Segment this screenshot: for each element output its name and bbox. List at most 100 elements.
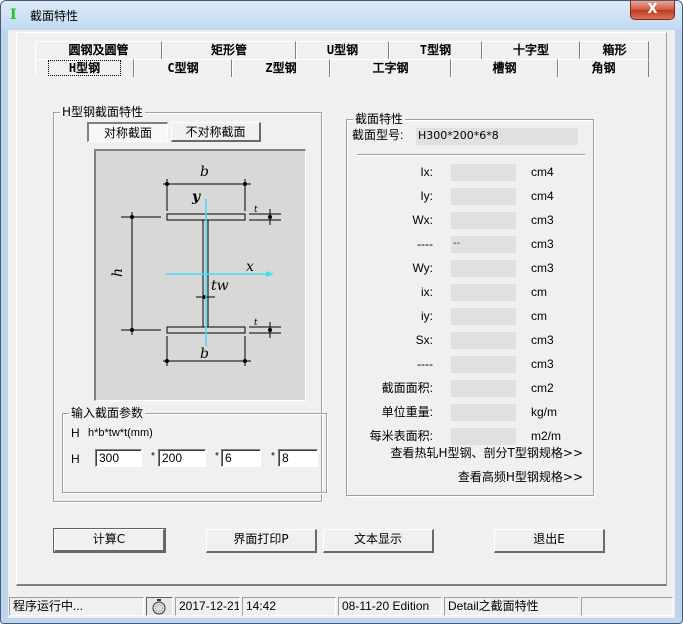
tab-h-steel[interactable]: H型钢 [35, 59, 134, 77]
t-flange-input[interactable]: 8 [278, 449, 318, 467]
prop-value [451, 260, 516, 277]
separator: * [215, 451, 219, 462]
prop-label: Wx: [412, 213, 433, 227]
text-display-button[interactable]: 文本显示 [323, 529, 434, 553]
tab-z-steel[interactable]: Z型钢 [232, 59, 330, 77]
h-section-diagram: b y x tw b h t t [94, 149, 306, 401]
tab-rect-tube[interactable]: 矩形管 [162, 41, 296, 59]
tab-label: T型钢 [419, 43, 452, 57]
symmetric-section-button[interactable]: 对称截面 [87, 122, 168, 142]
h-row-label: H [71, 452, 80, 466]
status-extra [581, 597, 673, 616]
label-t-bottom: t [254, 318, 258, 328]
prop-value [451, 308, 516, 325]
window-title: 截面特性 [30, 9, 79, 23]
prop-value [451, 164, 516, 181]
prop-label: Sx: [415, 333, 433, 347]
prop-label: 单位重量: [381, 405, 433, 419]
tab-label: C型钢 [167, 61, 199, 75]
prop-label: Wy: [412, 261, 433, 275]
prop-unit: kg/m [531, 405, 558, 419]
prop-unit: cm4 [531, 189, 554, 203]
tab-label: 矩形管 [210, 43, 247, 57]
tab-label: U型钢 [326, 43, 359, 57]
prop-value [451, 428, 516, 445]
prop-label: ---- [417, 237, 433, 251]
main-window: I 截面特性 X 圆钢及圆管 矩形管 U型钢 T型钢 十字型 箱形 H型钢 C型… [0, 0, 683, 624]
hot-rolled-spec-link[interactable]: 查看热轧H型钢、剖分T型钢规格>> [391, 446, 583, 460]
tab-u-steel[interactable]: U型钢 [296, 41, 389, 59]
prop-value [451, 404, 516, 421]
tab-t-steel[interactable]: T型钢 [389, 41, 482, 59]
exit-button[interactable]: 退出E [494, 529, 605, 553]
client-area: 圆钢及圆管 矩形管 U型钢 T型钢 十字型 箱形 H型钢 C型钢 Z型钢 工字钢… [8, 30, 675, 618]
label-b-top: b [200, 164, 209, 180]
tab-label: Z型钢 [265, 61, 297, 75]
prop-value [451, 332, 516, 349]
input-params-group: 输入截面参数 H h*b*tw*t(mm) H 300 * 200 * 6 * … [62, 406, 327, 493]
prop-unit: cm3 [531, 333, 554, 347]
h-section-group: H型钢截面特性 对称截面 不对称截面 b y x tw b h t t 输入截面… [53, 105, 327, 502]
prop-unit: cm3 [531, 261, 554, 275]
tab-row-1: 圆钢及圆管 矩形管 U型钢 T型钢 十字型 箱形 [35, 41, 649, 59]
b-width-input[interactable]: 200 [158, 449, 206, 467]
format-text: h*b*tw*t(mm) [88, 427, 153, 439]
prop-label: 每米表面积: [369, 429, 433, 443]
tab-label: 工字钢 [372, 61, 409, 75]
prop-label: 截面面积: [381, 381, 433, 395]
tab-label: 箱形 [602, 43, 627, 57]
i-beam-icon: I [10, 7, 17, 23]
tw-web-input[interactable]: 6 [221, 449, 261, 467]
x-axis-arrow [266, 271, 274, 277]
prop-unit: cm3 [531, 357, 554, 371]
close-button[interactable]: X [630, 1, 675, 20]
separator-line [357, 154, 585, 156]
prop-label: Ix: [420, 165, 433, 179]
label-b-bottom: b [200, 346, 209, 362]
prop-unit: cm3 [531, 237, 554, 251]
status-time: 14:42 [242, 597, 336, 616]
section-props-title: 截面特性 [353, 112, 406, 126]
print-button[interactable]: 界面打印P [206, 529, 317, 553]
h-height-input[interactable]: 300 [95, 449, 142, 467]
tab-angle[interactable]: 角钢 [558, 59, 649, 77]
prop-unit: cm [531, 309, 547, 323]
prop-label: Iy: [420, 189, 433, 203]
model-value: H300*200*6*8 [416, 128, 578, 145]
high-freq-spec-link[interactable]: 查看高频H型钢规格>> [458, 470, 583, 484]
label-x: x [246, 259, 254, 275]
prop-value [451, 356, 516, 373]
prop-unit: cm4 [531, 165, 554, 179]
prop-value [451, 284, 516, 301]
label-h: h [110, 268, 126, 277]
prop-value [451, 188, 516, 205]
h-beam-drawing: b y x tw b h t t [110, 164, 281, 366]
asymmetric-section-button[interactable]: 不对称截面 [171, 122, 261, 142]
section-props-group: 截面特性 截面型号: H300*200*6*8 Ix: cm4 Iy: cm4 Wx: c… [346, 112, 594, 496]
prop-label: iy: [421, 309, 433, 323]
status-text: 程序运行中... [9, 597, 144, 616]
prop-unit: cm3 [531, 213, 554, 227]
tab-channel[interactable]: 槽钢 [451, 59, 558, 77]
status-edition: 08-11-20 Edition [338, 597, 442, 616]
tab-box[interactable]: 箱形 [580, 41, 649, 59]
title-bar[interactable]: I 截面特性 X [1, 1, 682, 29]
format-prefix: H [71, 426, 80, 440]
label-y: y [191, 189, 201, 205]
tab-cross[interactable]: 十字型 [482, 41, 580, 59]
tab-round-steel[interactable]: 圆钢及圆管 [35, 41, 162, 59]
prop-label: ix: [421, 285, 433, 299]
separator: * [151, 451, 155, 462]
calculate-button[interactable]: 计算C [53, 528, 166, 553]
tab-label: 圆钢及圆管 [68, 43, 129, 57]
tab-i-beam[interactable]: 工字钢 [330, 59, 451, 77]
tab-label: H型钢 [47, 60, 122, 76]
tab-c-steel[interactable]: C型钢 [134, 59, 232, 77]
status-date: 2017-12-21 [175, 597, 240, 616]
h-section-group-title: H型钢截面特性 [60, 105, 146, 119]
prop-value [451, 380, 516, 397]
prop-value: -- [451, 236, 516, 253]
label-t-top: t [254, 205, 258, 215]
prop-label: ---- [417, 357, 433, 371]
prop-value [451, 212, 516, 229]
